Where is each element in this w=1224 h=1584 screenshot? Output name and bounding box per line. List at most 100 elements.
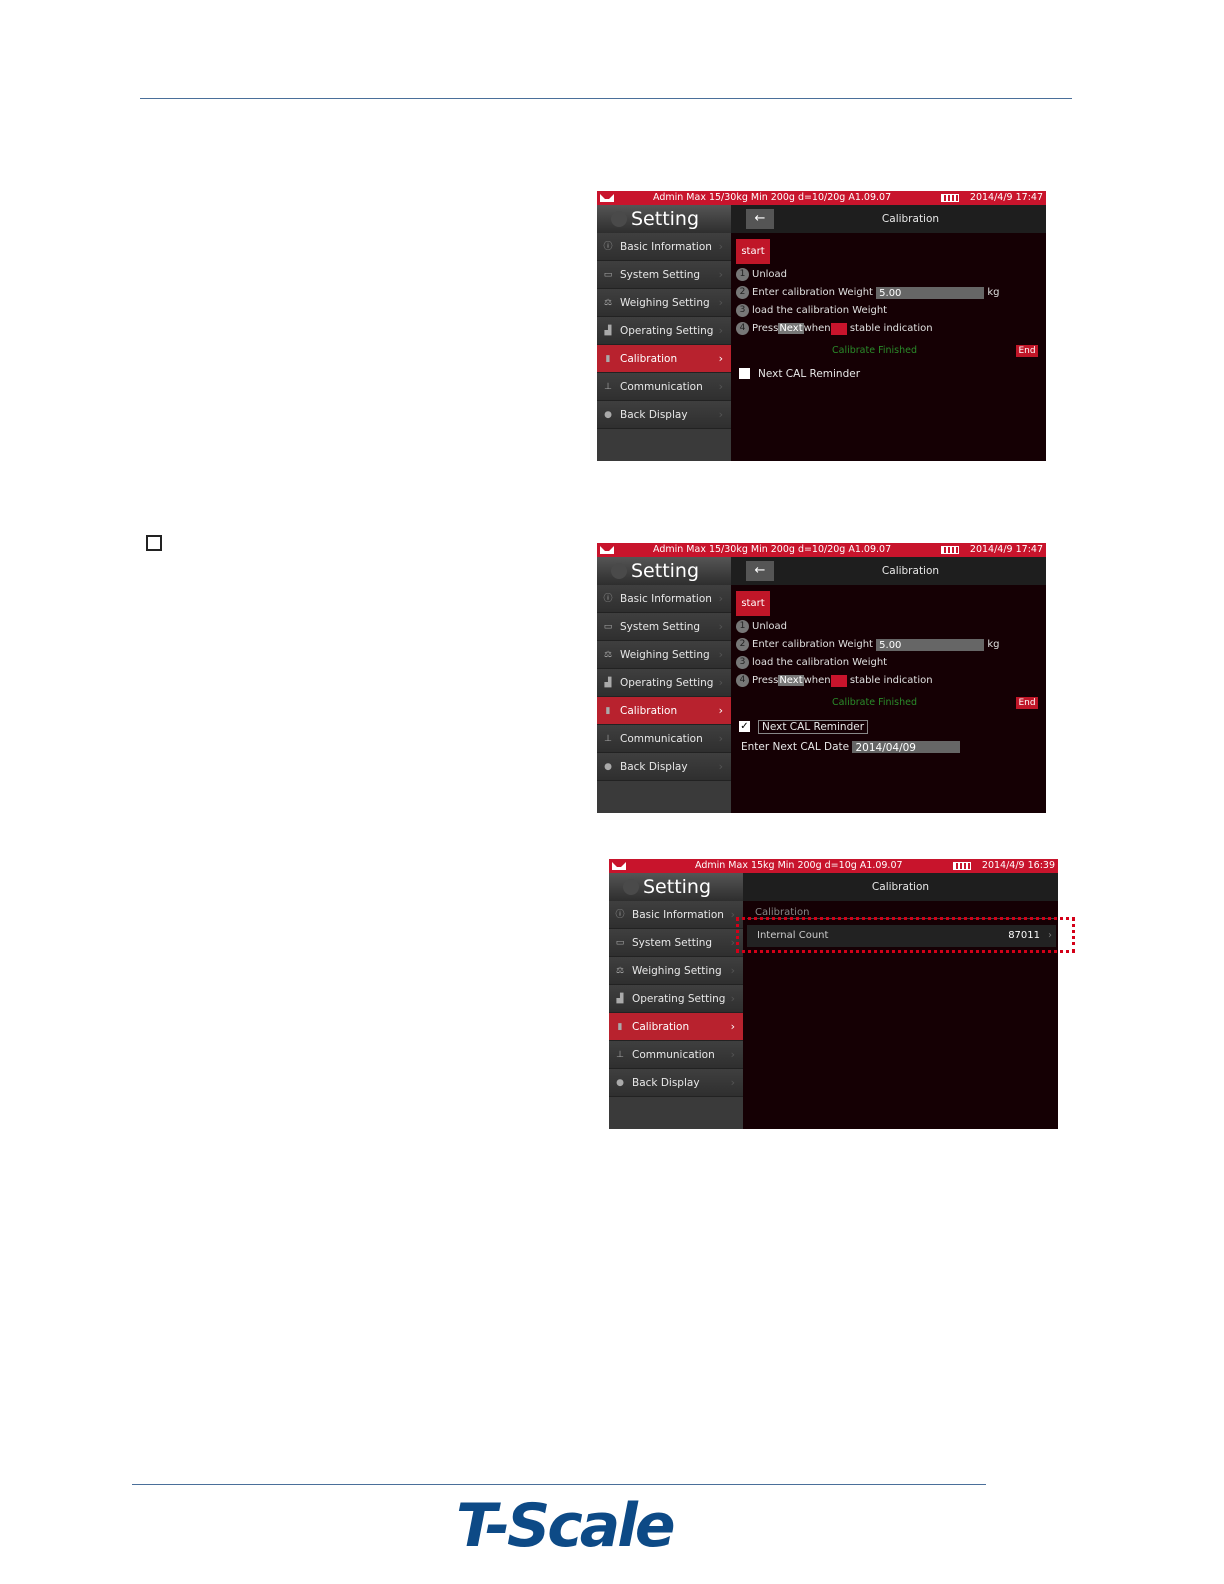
sidebar-item-weighing-setting[interactable]: ⚖ Weighing Setting ›: [597, 289, 731, 317]
status-bar: Admin Max 15/30kg Min 200g d=10/20g A1.0…: [597, 543, 1046, 557]
info-icon: ⓘ: [603, 242, 613, 252]
battery-icon: [941, 546, 959, 554]
network-icon: ⊥: [604, 734, 612, 744]
chevron-right-icon: ›: [730, 1020, 735, 1033]
sidebar-item-operating-setting[interactable]: ▟ Operating Setting ›: [597, 317, 731, 345]
sidebar-item-weighing-setting[interactable]: ⚖ Weighing Setting ›: [597, 641, 731, 669]
next-cal-reminder[interactable]: Next CAL Reminder: [739, 367, 860, 381]
monitor-icon: ▭: [603, 622, 613, 632]
chevron-right-icon: ›: [718, 620, 723, 633]
sidebar-item-back-display[interactable]: ● Back Display ›: [597, 753, 731, 781]
panel-title: Calibration: [881, 213, 940, 225]
calibrate-finished-text: Calibrate Finished: [832, 345, 917, 356]
footer-rule: [132, 1484, 986, 1485]
sidebar-item-system-setting[interactable]: ▭ System Setting ›: [597, 261, 731, 289]
sidebar-item-basic-information[interactable]: ⓘ Basic Information ›: [609, 901, 743, 929]
chevron-right-icon: ›: [718, 380, 723, 393]
status-datetime: 2014/4/9 17:47: [969, 192, 1043, 203]
scale-icon: ⚖: [603, 298, 613, 308]
sidebar-item-operating-setting[interactable]: ▟ Operating Setting ›: [597, 669, 731, 697]
status-info: Admin Max 15kg Min 200g d=10g A1.09.07: [695, 860, 903, 871]
step-enter-weight: 2 Enter calibration Weight 5.00 kg: [736, 638, 999, 652]
network-icon: ⊥: [604, 382, 612, 392]
battery-icon: [953, 862, 971, 870]
panel-header: Calibration: [743, 873, 1058, 901]
chevron-right-icon: ›: [718, 704, 723, 717]
sidebar-item-basic-information[interactable]: ⓘ Basic Information ›: [597, 585, 731, 613]
chevron-right-icon: ›: [718, 592, 723, 605]
step-unload: 1 Unload: [736, 268, 787, 282]
settings-sidebar: Setting ⓘ Basic Information › ▭ System Sett…: [597, 205, 731, 461]
end-button[interactable]: End: [1016, 697, 1038, 709]
sidebar-item-system-setting[interactable]: ▭ System Setting ›: [597, 613, 731, 641]
chevron-right-icon: ›: [730, 992, 735, 1005]
reminder-checkbox-checked[interactable]: ✓: [739, 721, 750, 732]
sidebar-item-operating-setting[interactable]: ▟ Operating Setting ›: [609, 985, 743, 1013]
sidebar-item-communication[interactable]: ⊥ Communication ›: [597, 373, 731, 401]
person-icon: ●: [604, 410, 612, 420]
end-button[interactable]: End: [1016, 345, 1038, 357]
sidebar-item-communication[interactable]: ⊥ Communication ›: [597, 725, 731, 753]
sidebar-item-calibration[interactable]: ▮ Calibration ›: [597, 697, 731, 725]
status-datetime: 2014/4/9 16:39: [981, 860, 1055, 871]
settings-sidebar: Setting ⓘ Basic Information › ▭ System Sett…: [609, 873, 743, 1129]
svg-text:T-Scale: T-Scale: [456, 1491, 674, 1558]
sidebar-item-back-display[interactable]: ● Back Display ›: [597, 401, 731, 429]
step-load-weight: 3 load the calibration Weight: [736, 656, 887, 670]
sidebar-item-back-display[interactable]: ● Back Display ›: [609, 1069, 743, 1097]
sidebar-item-communication[interactable]: ⊥ Communication ›: [609, 1041, 743, 1069]
step-press-next: 4 PressNextwhen stable indication: [736, 322, 933, 336]
step-press-next: 4 PressNextwhen stable indication: [736, 674, 933, 688]
person-icon: ●: [616, 1078, 624, 1088]
panel-title: Calibration: [871, 881, 930, 893]
chevron-right-icon: ›: [718, 324, 723, 337]
scale-logo-icon: [612, 862, 626, 870]
settings-sidebar: Setting ⓘ Basic Information › ▭ System Sett…: [597, 557, 731, 813]
weight-icon: ▮: [617, 1022, 623, 1032]
next-cal-date-input[interactable]: 2014/04/09: [852, 741, 961, 754]
chevron-right-icon: ›: [718, 240, 723, 253]
arrow-left-icon: ←: [754, 211, 766, 226]
page-checkbox[interactable]: [146, 535, 162, 551]
calibration-panel: Calibration Calibration Internal Count 8…: [743, 873, 1058, 1129]
t-scale-logo: T-Scale: [452, 1488, 692, 1558]
sidebar-item-calibration[interactable]: ▮ Calibration ›: [597, 345, 731, 373]
network-icon: ⊥: [616, 1050, 624, 1060]
next-cal-reminder[interactable]: ✓ Next CAL Reminder: [739, 720, 869, 734]
status-info: Admin Max 15/30kg Min 200g d=10/20g A1.0…: [653, 192, 892, 203]
sidebar-item-system-setting[interactable]: ▭ System Setting ›: [609, 929, 743, 957]
calibration-panel: Calibration ← start 1 Unload 2 Enter calib…: [731, 205, 1046, 461]
scale-logo-icon: [600, 194, 614, 202]
sidebar-item-basic-information[interactable]: ⓘ Basic Information ›: [597, 233, 731, 261]
scale-icon: ⚖: [603, 650, 613, 660]
calibration-screenshot-reminder: Admin Max 15/30kg Min 200g d=10/20g A1.0…: [597, 543, 1046, 813]
chevron-right-icon: ›: [718, 760, 723, 773]
calibration-screenshot-internal-count: Admin Max 15kg Min 200g d=10g A1.09.07 2…: [609, 859, 1058, 1129]
start-button[interactable]: start: [736, 591, 770, 616]
status-info: Admin Max 15/30kg Min 200g d=10/20g A1.0…: [653, 544, 892, 555]
chevron-right-icon: ›: [718, 352, 723, 365]
step-enter-weight: 2 Enter calibration Weight 5.00 kg: [736, 286, 999, 300]
calibration-weight-input[interactable]: 5.00: [876, 639, 985, 651]
chevron-right-icon: ›: [718, 648, 723, 661]
chevron-right-icon: ›: [730, 936, 735, 949]
chevron-right-icon: ›: [718, 268, 723, 281]
next-hint: Next: [778, 323, 804, 334]
status-bar: Admin Max 15kg Min 200g d=10g A1.09.07 2…: [609, 859, 1058, 873]
sidebar-item-calibration[interactable]: ▮ Calibration ›: [609, 1013, 743, 1041]
back-button[interactable]: ←: [746, 209, 774, 229]
chevron-right-icon: ›: [718, 296, 723, 309]
chevron-right-icon: ›: [730, 964, 735, 977]
start-button[interactable]: start: [736, 239, 770, 264]
chevron-right-icon: ›: [730, 908, 735, 921]
chevron-right-icon: ›: [730, 1048, 735, 1061]
back-button[interactable]: ←: [746, 561, 774, 581]
reminder-checkbox[interactable]: [739, 368, 750, 379]
scale-icon: ⚖: [615, 966, 625, 976]
panel-title: Calibration: [881, 565, 940, 577]
chevron-right-icon: ›: [718, 676, 723, 689]
sidebar-item-weighing-setting[interactable]: ⚖ Weighing Setting ›: [609, 957, 743, 985]
calibration-weight-input[interactable]: 5.00: [876, 287, 985, 299]
sidebar-title: Setting: [597, 557, 731, 585]
info-icon: ⓘ: [615, 910, 625, 920]
